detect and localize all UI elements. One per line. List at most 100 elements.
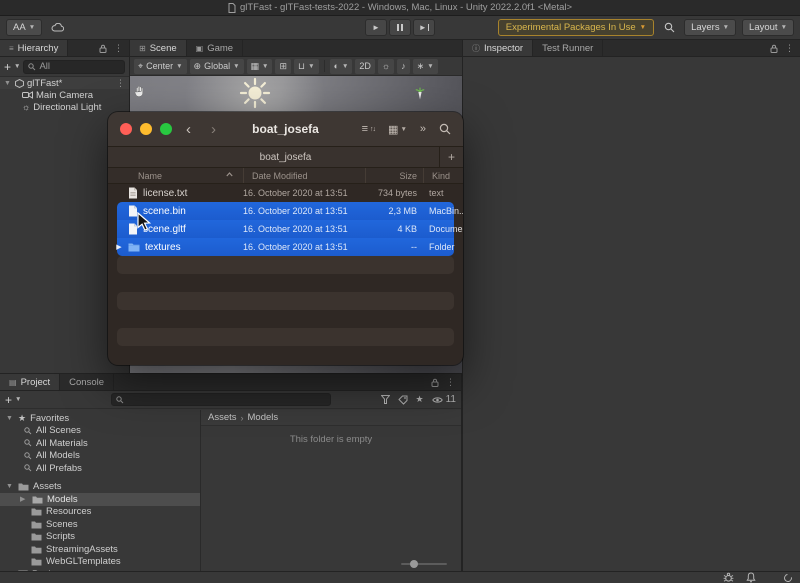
activity-indicator-icon [782,572,793,583]
2d-toggle-button[interactable]: 2D [355,59,375,74]
sort-arrows-icon: ↑↓ [370,126,375,133]
folder-resources[interactable]: Resources [0,506,200,519]
lightbulb-icon: ☼ [382,61,390,71]
hierarchy-item-main-camera[interactable]: Main Camera [0,89,129,101]
tab-project[interactable]: ▤ Project [0,374,60,390]
tab-game[interactable]: ▣ Game [187,40,243,56]
favorite-all-scenes[interactable]: All Scenes [0,425,200,438]
back-button[interactable]: ‹ [186,121,191,138]
tab-hierarchy[interactable]: ≡ Hierarchy [0,40,68,56]
search-button[interactable] [660,19,678,36]
foldout-open-icon[interactable]: ▼ [6,415,14,422]
hierarchy-scene-row[interactable]: ▼ glTFast* ⋮ [0,77,129,89]
folder-icon [128,242,140,252]
favorite-all-prefabs[interactable]: All Prefabs [0,462,200,475]
foldout-closed-icon[interactable]: ▶ [20,495,28,503]
folder-scripts[interactable]: Scripts [0,531,200,544]
column-date-modified[interactable]: Date Modified [243,168,365,183]
layout-dropdown[interactable]: Layout▼ [742,19,794,36]
group-by-button[interactable]: ▦▼ [388,123,407,136]
folder-streamingassets[interactable]: StreamingAssets [0,543,200,556]
tab-test-runner[interactable]: Test Runner [533,40,603,56]
account-button[interactable]: AA▼ [6,19,42,36]
search-by-type-icon[interactable] [381,395,390,404]
grid-snapping-dropdown[interactable]: ⊔ ▼ [294,59,318,74]
scene-audio-toggle[interactable]: ♪ [397,59,410,74]
file-row-scene-gltf[interactable]: scene.gltf 16. October 2020 at 13:51 4 K… [108,220,463,238]
chevron-down-icon: ▼ [262,63,268,70]
grid-visibility-dropdown[interactable]: ▦ ▼ [247,59,273,74]
view-list-button[interactable]: ≡↑↓ [362,123,375,135]
hidden-packages-toggle[interactable]: 11 [432,394,456,405]
pivot-icon: ⌖ [138,61,143,72]
assets-root[interactable]: ▼ Assets [0,481,200,494]
inspector-panel: ⓘ Inspector Test Runner ⋮ [462,40,800,571]
draw-mode-dropdown[interactable]: ◐ ▼ [330,59,353,74]
thumbnail-zoom-slider[interactable] [401,563,447,565]
scene-menu-icon[interactable]: ⋮ [116,78,125,89]
panel-menu-icon[interactable]: ⋮ [785,43,794,54]
folder-icon [31,532,42,541]
tab-console[interactable]: Console [60,374,114,390]
project-search-input[interactable] [111,393,331,406]
column-kind[interactable]: Kind [423,168,463,183]
save-search-star-icon[interactable]: ★ [416,394,424,405]
scene-lighting-toggle[interactable]: ☼ [378,59,394,74]
folder-scenes[interactable]: Scenes [0,518,200,531]
finder-tab-title[interactable]: boat_josefa [260,152,312,163]
panel-menu-icon[interactable]: ⋮ [446,377,455,388]
forward-button[interactable]: › [211,121,216,138]
favorites-root[interactable]: ▼ ★ Favorites [0,412,200,425]
file-row-textures[interactable]: ▶ textures 16. October 2020 at 13:51 -- … [108,238,463,256]
breadcrumb-assets[interactable]: Assets [208,412,237,423]
finder-search-button[interactable] [439,123,451,135]
slider-knob[interactable] [410,560,418,568]
shaded-mode-icon: ◐ [334,61,339,71]
foldout-open-icon[interactable]: ▼ [6,483,14,490]
search-icon [116,396,124,404]
step-button[interactable]: ► [413,19,435,36]
empty-row [108,346,463,364]
breadcrumb: Assets › Models [201,410,461,426]
tab-scene[interactable]: ⊞ Scene [130,40,187,56]
cloud-button[interactable] [48,19,66,36]
search-icon [24,427,32,435]
experimental-packages-button[interactable]: Experimental Packages In Use▼ [498,19,654,36]
play-button[interactable]: ► [365,19,387,36]
lock-icon[interactable] [770,44,778,53]
add-gameobject-button[interactable]: + [4,61,11,73]
hierarchy-search-input[interactable]: All [23,60,125,74]
folder-models[interactable]: ▶ Models [0,493,200,506]
tool-orientation-dropdown[interactable]: ⊕ Global ▼ [190,59,244,74]
layers-dropdown[interactable]: Layers▼ [684,19,736,36]
panel-menu-icon[interactable]: ⋮ [114,43,123,54]
debugger-icon[interactable] [723,572,734,583]
snap-increment-button[interactable]: ⊞ [275,59,291,74]
toolbar-overflow-button[interactable]: » [420,123,426,135]
disclosure-triangle-icon[interactable]: ▶ [115,243,123,251]
column-size[interactable]: Size [365,168,423,183]
breadcrumb-models[interactable]: Models [248,412,279,423]
pause-button[interactable] [389,19,411,36]
favorite-all-materials[interactable]: All Materials [0,437,200,450]
finder-toolbar: boat_josefa ‹ › ≡↑↓ ▦▼ » [108,112,463,147]
close-button[interactable] [120,123,132,135]
folder-webgltemplates[interactable]: WebGLTemplates [0,556,200,569]
search-by-label-icon[interactable] [398,395,408,405]
favorite-all-models[interactable]: All Models [0,450,200,463]
effects-dropdown[interactable]: ∗ ▼ [413,59,438,74]
file-row-scene-bin[interactable]: scene.bin 16. October 2020 at 13:51 2,3 … [108,202,463,220]
tool-pivot-dropdown[interactable]: ⌖ Center ▼ [134,59,187,74]
column-name[interactable]: Name [108,168,243,183]
file-row-license[interactable]: license.txt 16. October 2020 at 13:51 73… [108,184,463,202]
tab-inspector[interactable]: ⓘ Inspector [463,40,533,56]
add-asset-button[interactable]: + [5,394,12,406]
maximize-button[interactable] [160,123,172,135]
foldout-open-icon[interactable]: ▼ [4,80,12,87]
chevron-down-icon: ▼ [427,63,433,70]
lock-icon[interactable] [99,44,107,53]
lock-icon[interactable] [431,378,439,387]
notification-bell-icon[interactable] [746,572,756,583]
new-tab-button[interactable]: + [439,147,463,167]
minimize-button[interactable] [140,123,152,135]
